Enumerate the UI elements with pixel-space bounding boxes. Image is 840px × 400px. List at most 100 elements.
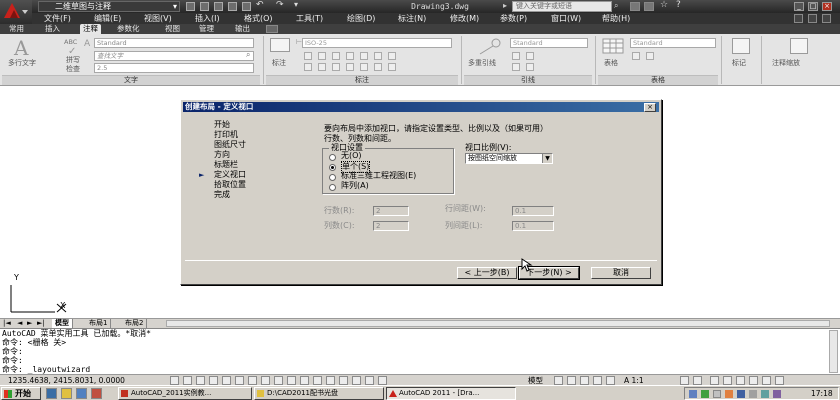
workspace-icon[interactable] [378,376,387,385]
row-spacing-input[interactable]: 0.1 [512,206,554,216]
quicklaunch-ie-icon[interactable] [46,388,57,399]
command-window[interactable]: AutoCAD 菜单实用工具 已加载。*取消* 命令: <栅格 关> 命令: 命… [0,328,840,374]
tab-layout2[interactable]: 布局2 [122,319,148,328]
lock-icon[interactable] [723,376,732,385]
annotation-monitor-icon[interactable] [365,376,374,385]
prev-tab-icon[interactable]: ◄ [17,319,22,327]
extract-data-icon[interactable] [632,52,640,60]
tray-misc-icon[interactable] [773,390,781,398]
dim-break-icon[interactable] [360,52,368,60]
dim-label[interactable]: 标注 [272,58,286,68]
open-file-icon[interactable] [200,2,209,11]
application-menu-button[interactable] [0,0,32,24]
menu-view[interactable]: 视图(V) [144,13,172,24]
dim-justify-right-icon[interactable] [360,63,368,71]
coordinate-readout[interactable]: 1235.4638, 2415.8031, 0.0000 [8,376,125,385]
radio-single[interactable] [329,164,336,171]
doc-minimize-button[interactable] [794,14,803,23]
ortho-icon[interactable] [209,376,218,385]
horizontal-scrollbar[interactable] [166,320,830,327]
lineweight-icon[interactable] [300,376,309,385]
command-prompt[interactable]: 命令: _layoutwizard [2,365,90,374]
dialog-close-button[interactable]: × [644,103,656,112]
table-panel-title[interactable]: 表格 [598,75,718,85]
dim-override-icon[interactable] [374,63,382,71]
tray-ime-icon[interactable] [737,390,745,398]
dim-justify-left-icon[interactable] [332,63,340,71]
leader-panel-title[interactable]: 引线 [464,75,592,85]
menu-help[interactable]: 帮助(H) [602,13,630,24]
menu-dimension[interactable]: 标注(N) [398,13,426,24]
markup-label[interactable]: 标记 [732,58,746,68]
subscription-icon[interactable] [630,2,640,11]
tab-annotate[interactable]: 注释 [80,24,101,34]
auto-scale-icon[interactable] [693,376,702,385]
communication-icon[interactable] [644,2,654,11]
menu-tools[interactable]: 工具(T) [296,13,323,24]
tray-update-icon[interactable] [749,390,757,398]
status-menu-icon[interactable] [762,376,771,385]
annoscale-label[interactable]: 注释缩放 [772,58,800,68]
radio-none[interactable] [329,154,336,161]
table-label[interactable]: 表格 [604,58,618,68]
redo-icon[interactable]: ↷ [276,0,284,10]
search-input[interactable]: 键入关键字或短语 [512,1,612,12]
chevron-down-icon[interactable]: ▼ [542,154,552,163]
text-style-combo[interactable]: Standard [94,38,254,48]
close-button[interactable]: × [822,2,832,11]
find-icon[interactable]: ⌕ [246,50,250,60]
model-space-label[interactable]: 模型 [528,376,543,385]
table-icon[interactable] [602,38,624,54]
markup-icon[interactable] [732,38,750,54]
dim-quick-icon[interactable] [318,52,326,60]
ribbon-toggle-icon[interactable] [266,25,278,33]
hardware-acceleration-icon[interactable] [736,376,745,385]
ducs-icon[interactable] [274,376,283,385]
viewport-scale-select[interactable]: 按图纸空间缩放 ▼ [465,153,553,164]
dim-jog-icon[interactable] [388,52,396,60]
taskbar-item-folder[interactable]: D:\CAD2011配书光盘 [254,387,384,400]
undo-icon[interactable]: ↶ [256,0,264,10]
add-leader-icon[interactable] [512,52,520,60]
pan-icon[interactable] [580,376,589,385]
taskbar-item-pdf[interactable]: AutoCAD_2011实例教... [118,387,252,400]
radio-std-3d[interactable] [329,174,336,181]
save-as-icon[interactable] [228,2,237,11]
osnap-icon[interactable] [235,376,244,385]
taskbar-item-autocad[interactable]: AutoCAD 2011 - [Dra... [386,387,516,400]
tab-view[interactable]: 视图 [162,24,183,34]
spell-check-label[interactable]: 拼写 检查 [66,56,80,74]
quicklaunch-desktop-icon[interactable] [76,388,87,399]
polar-icon[interactable] [222,376,231,385]
quick-view-layouts-icon[interactable] [554,376,563,385]
menu-file[interactable]: 文件(F) [44,13,71,24]
minimize-button[interactable]: _ [794,2,804,11]
help-icon[interactable]: ? [676,0,681,10]
dim-inspect-icon[interactable] [374,52,382,60]
cancel-button[interactable]: 取消 [591,267,651,279]
maximize-button[interactable]: □ [808,2,818,11]
first-tab-icon[interactable]: |◄ [3,319,11,327]
remove-leader-icon[interactable] [526,52,534,60]
radio-none-label[interactable]: 无(O) [341,151,362,161]
tray-app-icon[interactable] [725,390,733,398]
tab-manage[interactable]: 管理 [196,24,217,34]
plot-icon[interactable] [242,2,251,11]
rows-input[interactable]: 2 [373,206,409,216]
dim-panel-title[interactable]: 标注 [266,75,458,85]
back-button[interactable]: < 上一步(B) [457,267,517,279]
menu-modify[interactable]: 修改(M) [450,13,479,24]
quick-properties-icon[interactable] [326,376,335,385]
annotation-scale-icon[interactable] [790,38,808,54]
dim-text-angle-icon[interactable] [318,63,326,71]
dim-continue-icon[interactable] [304,52,312,60]
search-icon[interactable]: ⌕ [614,1,625,12]
multileader-icon[interactable] [476,38,502,56]
radio-std-3d-label[interactable]: 标准三维工程视图(E) [341,171,416,181]
table-style-combo[interactable]: Standard [630,38,716,48]
infer-constraints-icon[interactable] [170,376,179,385]
grid-icon[interactable] [196,376,205,385]
dim-justify-center-icon[interactable] [346,63,354,71]
tray-volume-icon[interactable] [713,390,721,398]
leader-style-combo[interactable]: Standard [510,38,588,48]
